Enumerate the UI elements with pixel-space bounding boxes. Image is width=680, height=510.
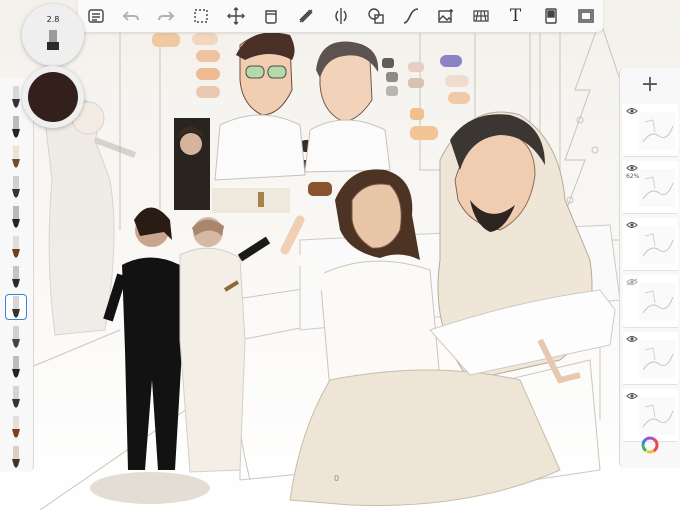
brush-paint-icon <box>12 386 20 408</box>
undo-icon[interactable] <box>120 5 142 27</box>
color-puck[interactable] <box>22 66 84 128</box>
brush-airbrush[interactable] <box>5 294 27 320</box>
brush-library <box>0 78 34 472</box>
brush-flat-icon <box>12 266 20 288</box>
transform-icon[interactable] <box>225 5 247 27</box>
brush-flat[interactable] <box>5 264 27 290</box>
layer-thumbnail <box>639 397 675 435</box>
layer-thumbnail <box>639 112 675 150</box>
brush-round[interactable] <box>5 234 27 260</box>
brush-marker-icon <box>12 356 20 378</box>
color-wheel-icon[interactable] <box>641 436 659 454</box>
layer-thumbnail <box>639 226 675 264</box>
top-toolbar: T <box>78 0 603 33</box>
layer-thumbnail <box>639 169 675 207</box>
layer-3[interactable] <box>623 218 678 271</box>
gallery-icon[interactable] <box>85 5 107 27</box>
brush-charcoal-icon <box>12 446 20 468</box>
reference-photo-2 <box>212 188 290 213</box>
selection-icon[interactable] <box>190 5 212 27</box>
brush-blender[interactable] <box>5 324 27 350</box>
canvas-readout: 0 <box>334 474 339 483</box>
brush-preview-icon <box>47 30 59 50</box>
layer-4[interactable] <box>623 275 678 328</box>
brush-charcoal[interactable] <box>5 444 27 470</box>
layers-panel: + 62% <box>619 68 680 468</box>
brush-chisel[interactable] <box>5 414 27 440</box>
eye-icon[interactable] <box>626 335 638 343</box>
layer-5[interactable] <box>623 332 678 385</box>
redo-icon[interactable] <box>155 5 177 27</box>
curve-icon[interactable] <box>400 5 422 27</box>
brush-technical[interactable] <box>5 174 27 200</box>
reference-photo-1 <box>174 118 210 210</box>
brush-ink-pen[interactable] <box>5 114 27 140</box>
brush-size-value: 2.8 <box>46 15 60 24</box>
brush-fineliner[interactable] <box>5 204 27 230</box>
stamp-icon[interactable] <box>540 5 562 27</box>
guides-icon[interactable] <box>295 5 317 27</box>
layer-6[interactable] <box>623 389 678 442</box>
brush-pencil-icon <box>12 86 20 108</box>
eye-icon[interactable] <box>626 221 638 229</box>
brush-nib[interactable] <box>5 144 27 170</box>
eye-icon[interactable] <box>626 107 638 115</box>
image-icon[interactable] <box>435 5 457 27</box>
brush-marker[interactable] <box>5 354 27 380</box>
brush-ink-pen-icon <box>12 116 20 138</box>
layer-2[interactable]: 62% <box>623 161 678 214</box>
layer-opacity: 62% <box>626 173 640 180</box>
layer-1[interactable] <box>623 104 678 157</box>
layer-thumbnail <box>639 283 675 321</box>
shapes-icon[interactable] <box>365 5 387 27</box>
current-color-swatch <box>28 72 78 122</box>
eye-off-icon[interactable] <box>626 278 638 286</box>
brush-technical-icon <box>12 176 20 198</box>
brush-round-icon <box>12 236 20 258</box>
brush-blender-icon <box>12 326 20 348</box>
brush-nib-icon <box>12 146 20 168</box>
brush-paint[interactable] <box>5 384 27 410</box>
brush-chisel-icon <box>12 416 20 438</box>
eye-icon[interactable] <box>626 392 638 400</box>
fill-icon[interactable] <box>260 5 282 27</box>
eye-icon[interactable] <box>626 164 638 172</box>
symmetry-icon[interactable] <box>330 5 352 27</box>
text-tool[interactable]: T <box>505 5 527 27</box>
brush-airbrush-icon <box>12 296 20 318</box>
brush-size-puck[interactable]: 2.8 <box>22 4 84 66</box>
perspective-icon[interactable] <box>470 5 492 27</box>
brush-fineliner-icon <box>12 206 20 228</box>
drawing-canvas[interactable]: 0 <box>0 0 680 510</box>
add-layer-button[interactable]: + <box>638 74 662 98</box>
fullscreen-icon[interactable] <box>575 5 597 27</box>
layer-thumbnail <box>639 340 675 378</box>
